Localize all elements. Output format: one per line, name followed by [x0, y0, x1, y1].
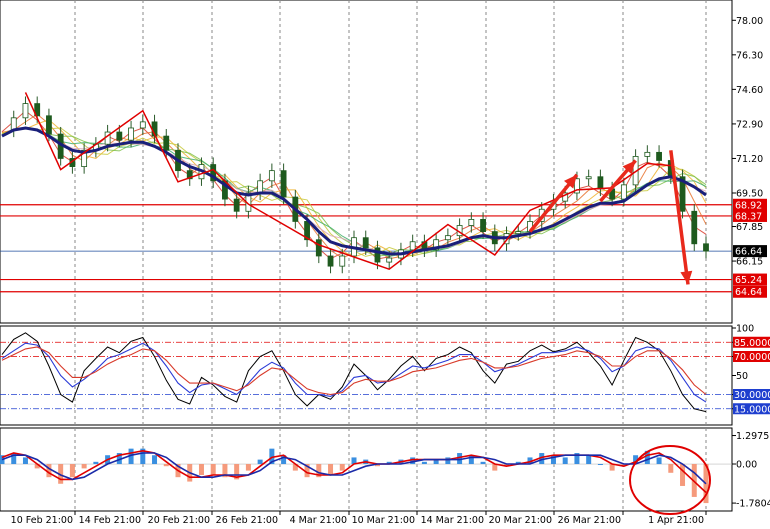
price-tick-label: 78.00: [736, 16, 763, 27]
hist-bar: [210, 464, 216, 475]
candle-body: [163, 135, 170, 151]
candle-body: [468, 219, 475, 226]
pane-frames: [0, 0, 733, 512]
hist-bar: [480, 461, 486, 465]
hist-bar: [562, 457, 568, 465]
time-tick-label: 14 Mar 21:00: [421, 515, 484, 525]
time-tick-label: 14 Feb 21:00: [79, 515, 141, 525]
hist-bar: [597, 464, 603, 466]
candle-body: [46, 115, 52, 135]
hist-bar: [22, 457, 28, 465]
hist-bar: [421, 461, 427, 465]
candle-body: [444, 235, 451, 241]
candle-body: [691, 210, 698, 245]
price-level-label: 64.64: [735, 287, 762, 298]
price-tick-label: 76.30: [736, 50, 763, 61]
time-tick-label: 26 Mar 21:00: [558, 515, 621, 525]
hist-tick-label: 0.00: [736, 460, 757, 471]
osc-tick-label: 100: [736, 324, 754, 335]
price-tick-label: 71.20: [736, 154, 763, 165]
hist-bar: [328, 464, 334, 475]
candle-body: [315, 239, 322, 257]
hist-bar: [245, 464, 251, 471]
hist-bar: [656, 457, 662, 465]
time-tick-label: 20 Mar 21:00: [489, 515, 552, 525]
time-tick-label: 20 Feb 21:00: [148, 515, 210, 525]
candle-body: [703, 243, 709, 252]
osc-level-label: 85.0000: [734, 338, 770, 349]
hist-bar: [257, 459, 263, 465]
candle-body: [22, 103, 29, 119]
hist-bar: [198, 464, 204, 475]
chart-canvas: 78.00 76.30 74.60 72.90 71.20 69.50 67.85 66.15…: [0, 0, 770, 526]
hist-bar: [468, 455, 474, 465]
candle-body: [139, 121, 146, 129]
price-level-label: 65.24: [735, 275, 762, 286]
time-tick-label: 26 Feb 21:00: [216, 515, 278, 525]
hist-bar: [81, 464, 87, 469]
price-level-labels: 68.9268.37 65.2464.64 66.64: [733, 198, 767, 298]
time-tick-label: 4 Mar 21:00: [290, 515, 347, 525]
hist-bar: [93, 461, 99, 465]
candle-body: [656, 151, 662, 161]
candle-body: [644, 151, 651, 157]
hist-tick-label: -1.7804: [736, 499, 770, 510]
current-price-label: 66.64: [735, 247, 762, 258]
candle-body: [327, 255, 334, 267]
hist-bar: [339, 464, 345, 471]
price-tick-label: 72.90: [736, 119, 763, 130]
price-level-label: 68.92: [735, 200, 762, 211]
candle-body: [480, 219, 486, 232]
hist-bar: [163, 464, 169, 467]
candle-body: [339, 255, 346, 267]
time-tick-label: 10 Mar 21:00: [352, 515, 415, 525]
price-tick-label: 66.15: [736, 257, 763, 268]
osc-level-label: 30.0000: [734, 390, 770, 401]
price-tick-label: 67.85: [736, 222, 763, 233]
candle-body: [116, 131, 123, 141]
candle-body: [362, 237, 369, 249]
chart-window: 78.00 76.30 74.60 72.90 71.20 69.50 67.85 66.15…: [0, 0, 770, 526]
candle-body: [128, 127, 134, 141]
candle-body: [620, 184, 627, 200]
candle-body: [386, 257, 393, 263]
price-axis: 78.00 76.30 74.60 72.90 71.20 69.50 67.85 66.15: [732, 16, 763, 268]
osc-level-label: 15.0000: [734, 404, 770, 415]
candle-body: [280, 170, 287, 198]
candle-body: [233, 198, 240, 212]
candle-body: [597, 176, 604, 190]
candle-body: [268, 170, 275, 182]
hist-bar: [69, 464, 75, 478]
osc-level-label: 70.0000: [734, 352, 770, 363]
price-tick-label: 74.60: [736, 85, 763, 96]
time-tick-label: 10 Feb 21:00: [11, 515, 73, 525]
price-level-label: 68.37: [735, 211, 762, 222]
hist-bar: [680, 464, 686, 486]
hist-bar: [152, 455, 158, 465]
hist-tick-label: 1.2975: [736, 431, 769, 442]
candle-body: [515, 231, 522, 235]
time-axis: 10 Feb 21:00 14 Feb 21:00 20 Feb 21:00 26 F…: [11, 511, 707, 526]
candle-body: [257, 180, 264, 194]
hist-bar: [445, 457, 451, 465]
time-tick-label: 1 Apr 21:00: [648, 515, 704, 525]
price-tick-label: 69.50: [736, 188, 763, 199]
candle-body: [585, 176, 592, 180]
hist-bar: [586, 455, 592, 465]
osc-tick-label: 50: [736, 371, 748, 382]
candle-body: [374, 247, 381, 263]
hist-bar: [668, 464, 674, 473]
candle-body: [409, 241, 416, 251]
